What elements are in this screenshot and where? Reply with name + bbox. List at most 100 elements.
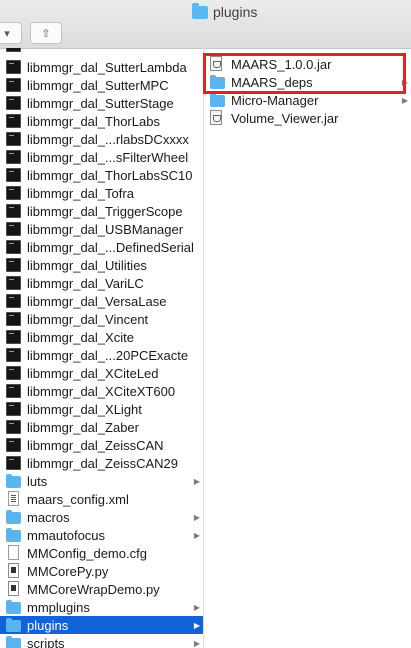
- list-item[interactable]: MAARS_1.0.0.jar: [204, 55, 411, 73]
- exec-icon: [6, 438, 21, 452]
- list-item[interactable]: MMCoreWrapDemo.py: [0, 580, 203, 598]
- list-item-label: libmmgr_dal_VersaLase: [27, 293, 167, 309]
- folder-icon: [6, 600, 21, 614]
- list-item[interactable]: libmmgr_dal_ZeissCAN29: [0, 454, 203, 472]
- exec-icon: [6, 258, 21, 272]
- list-item[interactable]: libmmgr_dal_XCiteXT600: [0, 382, 203, 400]
- list-item[interactable]: libmmgr_dal_VariLC: [0, 274, 203, 292]
- exec-icon: [6, 420, 21, 434]
- jar-icon: [210, 56, 222, 71]
- list-item[interactable]: libmmgr_dal_TriggerScope: [0, 202, 203, 220]
- list-item-label: libmmgr_dal_XCiteXT600: [27, 383, 176, 399]
- exec-icon: [6, 78, 21, 92]
- list-item-label: Micro-Manager: [231, 92, 319, 108]
- list-item-label: libmmgr_dal_SutterLambda: [27, 59, 187, 75]
- list-item[interactable]: libmmgr_dal_...rlabsDCxxxx: [0, 130, 203, 148]
- list-item[interactable]: libmmgr_dal_SutterStage: [0, 94, 203, 112]
- list-item[interactable]: libmmgr_dal_...sFilterWheel: [0, 148, 203, 166]
- text-file-icon: [8, 491, 19, 506]
- list-item[interactable]: libmmgr_dal_SutterMPC: [0, 76, 203, 94]
- list-item[interactable]: MMCorePy.py: [0, 562, 203, 580]
- list-item-label: libmmgr_dal_Zaber: [27, 419, 139, 435]
- list-item[interactable]: libmmgr_dal_...DefinedSerial: [0, 238, 203, 256]
- list-item[interactable]: macros ▶: [0, 508, 203, 526]
- share-button[interactable]: ⇧: [30, 22, 62, 44]
- folder-icon: [6, 636, 21, 648]
- list-item[interactable]: libmmgr_dal_Vincent: [0, 310, 203, 328]
- list-item[interactable]: libmmgr_dal_ThorLabsSC10: [0, 166, 203, 184]
- disclosure-arrow-icon: ▶: [193, 638, 200, 648]
- list-item-label: libmmgr_dal_USBManager: [27, 221, 184, 237]
- window-title-text: plugins: [213, 4, 258, 20]
- list-item[interactable]: mmplugins ▶: [0, 598, 203, 616]
- list-item-label: libmmgr_dal_Xcite: [27, 329, 134, 345]
- list-item-label: libmmgr_dal_Utilities: [27, 257, 147, 273]
- folder-icon: [6, 474, 21, 488]
- column-parent-folder[interactable]: libmmgr_dal_SutterLambda libmmgr_dal_Sutt…: [0, 48, 204, 648]
- list-item[interactable]: libmmgr_dal_Utilities: [0, 256, 203, 274]
- list-item[interactable]: MAARS_deps ▶: [204, 73, 411, 91]
- folder-icon: [210, 93, 225, 107]
- list-item-label: MMConfig_demo.cfg: [27, 545, 147, 561]
- list-item[interactable]: libmmgr_dal_Xcite: [0, 328, 203, 346]
- list-item-label: Volume_Viewer.jar: [231, 110, 339, 126]
- list-item-label: mmplugins: [27, 599, 90, 615]
- exec-icon: [6, 330, 21, 344]
- list-item-label: scripts: [27, 635, 65, 648]
- list-item-label: macros: [27, 509, 70, 525]
- list-item[interactable]: MMConfig_demo.cfg: [0, 544, 203, 562]
- list-item[interactable]: libmmgr_dal_ZeissCAN: [0, 436, 203, 454]
- list-item[interactable]: plugins ▶: [0, 616, 203, 634]
- list-item-label: libmmgr_dal_Vincent: [27, 311, 149, 327]
- disclosure-arrow-icon: ▶: [401, 95, 408, 105]
- folder-icon: [192, 2, 208, 19]
- list-item[interactable]: Volume_Viewer.jar: [204, 109, 411, 127]
- list-item[interactable]: libmmgr_dal_SutterLambda: [0, 58, 203, 76]
- list-item[interactable]: Micro-Manager ▶: [204, 91, 411, 109]
- list-item-label: MMCorePy.py: [27, 563, 109, 579]
- folder-icon: [6, 510, 21, 524]
- list-item-label: libmmgr_dal_XLight: [27, 401, 142, 417]
- exec-icon: [6, 114, 21, 128]
- exec-icon: [6, 294, 21, 308]
- list-item[interactable]: libmmgr_dal_Zaber: [0, 418, 203, 436]
- exec-icon: [6, 276, 21, 290]
- list-item[interactable]: libmmgr_dal_VersaLase: [0, 292, 203, 310]
- list-item[interactable]: libmmgr_dal_Tofra: [0, 184, 203, 202]
- exec-icon: [6, 348, 21, 362]
- exec-icon: [6, 456, 21, 470]
- list-item[interactable]: scripts ▶: [0, 634, 203, 648]
- folder-icon: [210, 75, 225, 89]
- list-item[interactable]: libmmgr_dal_USBManager: [0, 220, 203, 238]
- list-item[interactable]: maars_config.xml: [0, 490, 203, 508]
- exec-icon: [6, 132, 21, 146]
- folder-icon: [6, 618, 21, 632]
- list-item[interactable]: luts ▶: [0, 472, 203, 490]
- jar-icon: [210, 110, 222, 125]
- python-file-icon: [8, 581, 19, 596]
- list-item[interactable]: libmmgr_dal_XCiteLed: [0, 364, 203, 382]
- list-item-label: libmmgr_dal_...rlabsDCxxxx: [27, 131, 189, 147]
- list-item[interactable]: libmmgr_dal_...20PCExacte: [0, 346, 203, 364]
- disclosure-arrow-icon: ▶: [193, 476, 200, 486]
- list-item-label: MAARS_deps: [231, 74, 313, 90]
- document-icon: [8, 545, 19, 560]
- disclosure-arrow-icon: ▶: [193, 530, 200, 540]
- list-item-label: libmmgr_dal_ThorLabsSC10: [27, 167, 193, 183]
- exec-icon: [6, 150, 21, 164]
- list-item[interactable]: libmmgr_dal_XLight: [0, 400, 203, 418]
- list-item-label: libmmgr_dal_ZeissCAN: [27, 437, 164, 453]
- python-file-icon: [8, 563, 19, 578]
- list-item-label: MMCoreWrapDemo.py: [27, 581, 160, 597]
- exec-icon: [6, 60, 21, 74]
- disclosure-arrow-icon: ▶: [193, 512, 200, 522]
- list-item-label: libmmgr_dal_ZeissCAN29: [27, 455, 178, 471]
- exec-icon: [6, 384, 21, 398]
- exec-icon: [6, 312, 21, 326]
- column-plugins-folder[interactable]: MAARS_1.0.0.jar MAARS_deps ▶ Micro-Manager ▶…: [204, 48, 411, 648]
- list-item-label: libmmgr_dal_VariLC: [27, 275, 144, 291]
- list-item[interactable]: libmmgr_dal_ThorLabs: [0, 112, 203, 130]
- exec-icon: [6, 168, 21, 182]
- list-item[interactable]: mmautofocus ▶: [0, 526, 203, 544]
- view-options-button[interactable]: ▾: [0, 22, 22, 44]
